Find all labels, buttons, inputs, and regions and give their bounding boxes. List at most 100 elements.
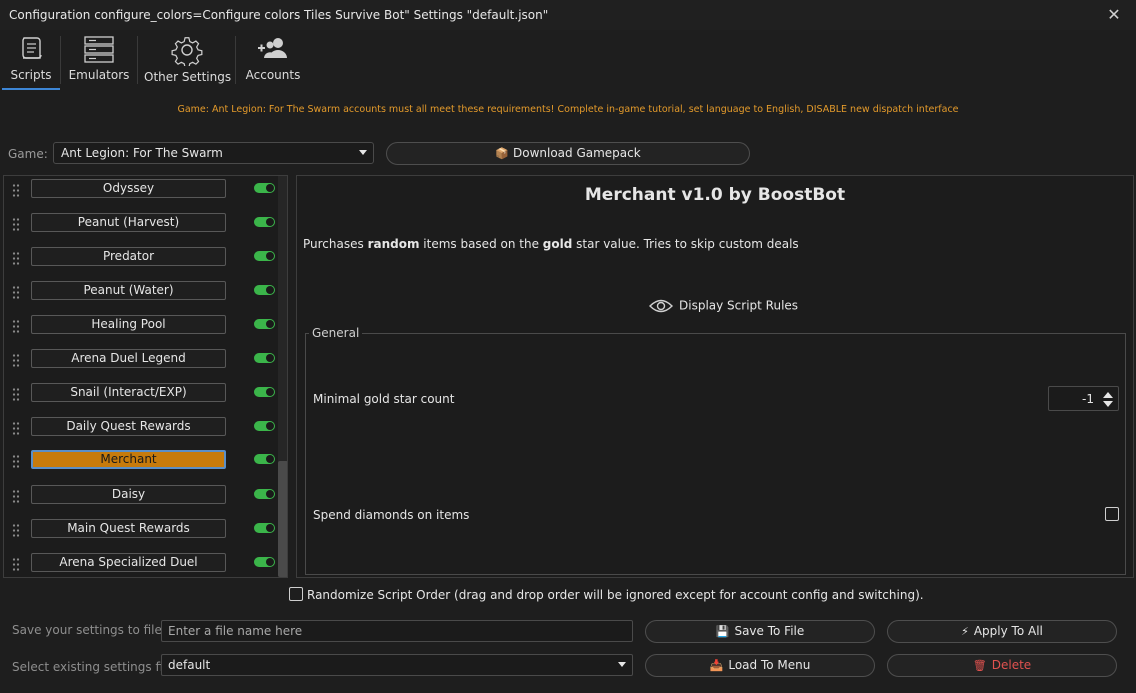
drag-handle-icon[interactable] bbox=[12, 454, 20, 470]
drag-handle-icon[interactable] bbox=[12, 251, 20, 267]
chevron-down-icon bbox=[618, 662, 626, 667]
min-gold-star-value: -1 bbox=[1082, 392, 1094, 406]
file-name-input[interactable] bbox=[161, 620, 633, 642]
list-item: Healing Pool bbox=[4, 313, 276, 347]
download-gamepack-button[interactable]: 📦 Download Gamepack bbox=[386, 142, 750, 165]
drag-handle-icon[interactable] bbox=[12, 557, 20, 573]
script-button-selected[interactable]: Merchant bbox=[31, 450, 226, 469]
apply-to-all-label: Apply To All bbox=[973, 624, 1043, 638]
tab-divider bbox=[235, 36, 236, 84]
desc-bold: gold bbox=[542, 237, 573, 251]
tab-other-settings-label: Other Settings bbox=[144, 70, 232, 84]
close-icon[interactable]: ✕ bbox=[1102, 4, 1126, 26]
list-item: Arena Specialized Duel bbox=[4, 551, 276, 577]
list-item: Odyssey bbox=[4, 177, 276, 211]
game-select[interactable]: Ant Legion: For The Swarm bbox=[53, 142, 374, 164]
script-detail-panel: Merchant v1.0 by BoostBot Purchases rand… bbox=[296, 175, 1134, 578]
script-enabled-toggle[interactable] bbox=[254, 421, 275, 431]
list-item: Snail (Interact/EXP) bbox=[4, 381, 276, 415]
window-title: Configuration configure_colors=Configure… bbox=[9, 8, 549, 22]
tab-accounts-label: Accounts bbox=[245, 68, 301, 82]
script-button[interactable]: Odyssey bbox=[31, 179, 226, 198]
chevron-down-icon[interactable] bbox=[1103, 401, 1113, 407]
apply-to-all-button[interactable]: ⚡ Apply To All bbox=[887, 620, 1117, 643]
script-button[interactable]: Healing Pool bbox=[31, 315, 226, 334]
floppy-icon: 💾 bbox=[715, 625, 730, 638]
script-enabled-toggle[interactable] bbox=[254, 183, 275, 193]
load-to-menu-button[interactable]: 📥 Load To Menu bbox=[645, 654, 875, 677]
drag-handle-icon[interactable] bbox=[12, 523, 20, 539]
script-button[interactable]: Arena Specialized Duel bbox=[31, 553, 226, 572]
spend-diamonds-checkbox[interactable] bbox=[1105, 507, 1119, 521]
script-enabled-toggle[interactable] bbox=[254, 251, 275, 261]
scrollbar-thumb[interactable] bbox=[278, 461, 287, 577]
display-script-rules-label: Display Script Rules bbox=[679, 298, 799, 313]
script-description: Purchases random items based on the gold… bbox=[303, 237, 799, 251]
script-enabled-toggle[interactable] bbox=[254, 523, 275, 533]
save-to-file-label: Save To File bbox=[734, 624, 805, 638]
game-label: Game: bbox=[8, 147, 48, 161]
randomize-order-checkbox[interactable] bbox=[289, 587, 303, 601]
list-item: Peanut (Harvest) bbox=[4, 211, 276, 245]
drag-handle-icon[interactable] bbox=[12, 489, 20, 505]
desc-text: star value. Tries to skip custom deals bbox=[572, 237, 799, 251]
tab-accounts[interactable]: Accounts bbox=[242, 30, 304, 88]
list-item: Predator bbox=[4, 245, 276, 279]
script-button[interactable]: Daisy bbox=[31, 485, 226, 504]
min-gold-star-stepper[interactable]: -1 bbox=[1048, 386, 1119, 411]
script-button[interactable]: Predator bbox=[31, 247, 226, 266]
settings-file-select[interactable]: default bbox=[161, 654, 633, 676]
spend-diamonds-label: Spend diamonds on items bbox=[313, 508, 470, 522]
script-enabled-toggle[interactable] bbox=[254, 353, 275, 363]
script-enabled-toggle[interactable] bbox=[254, 387, 275, 397]
script-enabled-toggle[interactable] bbox=[254, 285, 275, 295]
script-enabled-toggle[interactable] bbox=[254, 454, 275, 464]
drag-handle-icon[interactable] bbox=[12, 285, 20, 301]
tab-emulators-label: Emulators bbox=[68, 68, 130, 82]
tab-scripts[interactable]: Scripts bbox=[2, 30, 60, 88]
add-users-icon bbox=[258, 38, 287, 58]
settings-file-value: default bbox=[168, 658, 211, 672]
load-to-menu-label: Load To Menu bbox=[728, 658, 811, 672]
download-gamepack-label: Download Gamepack bbox=[512, 146, 641, 160]
script-enabled-toggle[interactable] bbox=[254, 489, 275, 499]
script-button[interactable]: Snail (Interact/EXP) bbox=[31, 383, 226, 402]
tab-emulators[interactable]: Emulators bbox=[66, 30, 132, 88]
tab-other-settings[interactable]: Other Settings bbox=[144, 30, 232, 88]
tab-divider bbox=[60, 36, 61, 84]
script-enabled-toggle[interactable] bbox=[254, 557, 275, 567]
script-button[interactable]: Daily Quest Rewards bbox=[31, 417, 226, 436]
save-settings-label: Save your settings to file bbox=[12, 623, 162, 637]
min-gold-star-label: Minimal gold star count bbox=[313, 392, 455, 406]
randomize-order-label: Randomize Script Order (drag and drop or… bbox=[307, 588, 924, 602]
active-tab-indicator bbox=[2, 88, 60, 90]
eye-icon bbox=[649, 299, 673, 313]
delete-label: Delete bbox=[991, 658, 1032, 672]
trash-icon: 🗑 bbox=[972, 659, 987, 672]
script-enabled-toggle[interactable] bbox=[254, 217, 275, 227]
group-title: General bbox=[309, 326, 363, 340]
tab-scripts-label: Scripts bbox=[10, 68, 52, 82]
list-item: Peanut (Water) bbox=[4, 279, 276, 313]
drag-handle-icon[interactable] bbox=[12, 421, 20, 437]
chevron-up-icon[interactable] bbox=[1103, 392, 1113, 398]
drag-handle-icon[interactable] bbox=[12, 319, 20, 335]
script-button[interactable]: Peanut (Harvest) bbox=[31, 213, 226, 232]
gear-icon bbox=[171, 37, 203, 66]
script-enabled-toggle[interactable] bbox=[254, 319, 275, 329]
list-item: Daily Quest Rewards bbox=[4, 415, 276, 449]
drag-handle-icon[interactable] bbox=[12, 353, 20, 369]
script-button[interactable]: Main Quest Rewards bbox=[31, 519, 226, 538]
drag-handle-icon[interactable] bbox=[12, 183, 20, 199]
script-button[interactable]: Arena Duel Legend bbox=[31, 349, 226, 368]
chevron-down-icon bbox=[359, 150, 367, 155]
display-script-rules-button[interactable]: Display Script Rules bbox=[649, 298, 798, 320]
game-select-value: Ant Legion: For The Swarm bbox=[61, 146, 223, 160]
drag-handle-icon[interactable] bbox=[12, 387, 20, 403]
tab-divider bbox=[137, 36, 138, 84]
script-button[interactable]: Peanut (Water) bbox=[31, 281, 226, 300]
delete-button[interactable]: 🗑 Delete bbox=[887, 654, 1117, 677]
save-to-file-button[interactable]: 💾 Save To File bbox=[645, 620, 875, 643]
game-requirements-notice: Game: Ant Legion: For The Swarm accounts… bbox=[177, 104, 959, 115]
drag-handle-icon[interactable] bbox=[12, 217, 20, 233]
